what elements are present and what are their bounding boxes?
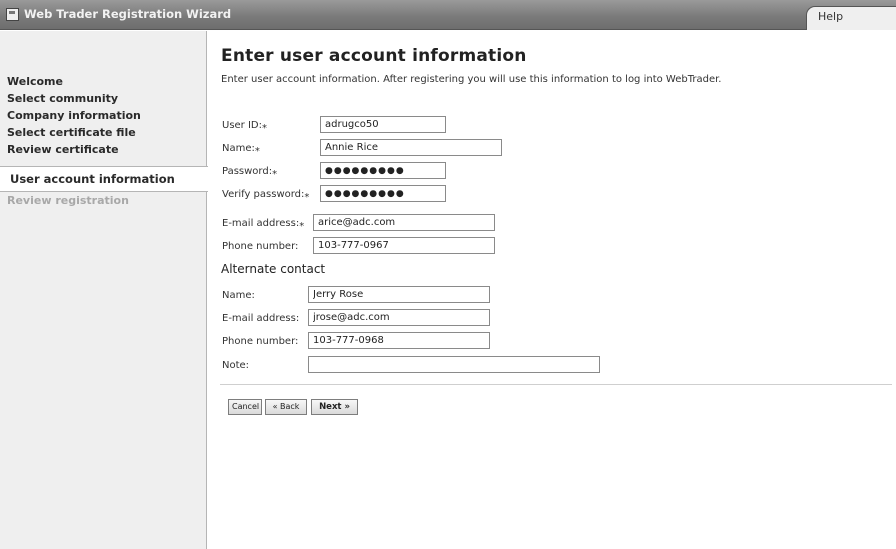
alt-name-input[interactable] (308, 286, 490, 303)
verify-password-label: Verify password:⁎ (222, 189, 310, 200)
page-description: Enter user account information. After re… (221, 74, 722, 85)
back-button[interactable]: « Back (265, 399, 307, 415)
alt-email-label: E-mail address: (222, 313, 300, 324)
help-tab[interactable]: Help (806, 6, 896, 30)
email-input[interactable] (313, 214, 495, 231)
phone-label: Phone number: (222, 241, 299, 252)
sidebar-item-review-certificate[interactable]: Review certificate (7, 143, 119, 156)
sidebar-item-select-community[interactable]: Select community (7, 92, 118, 105)
alt-name-label: Name: (222, 290, 255, 301)
name-label: Name:⁎ (222, 143, 260, 154)
window-title: Web Trader Registration Wizard (24, 7, 232, 21)
cancel-button[interactable]: Cancel (228, 399, 262, 415)
alt-email-input[interactable] (308, 309, 490, 326)
sidebar-item-select-certificate-file[interactable]: Select certificate file (7, 126, 136, 139)
sidebar-item-review-registration: Review registration (7, 194, 129, 207)
sidebar-active-label: User account information (10, 172, 175, 186)
next-button[interactable]: Next » (311, 399, 358, 415)
verify-password-input[interactable] (320, 185, 446, 202)
sidebar-item-user-account-information[interactable]: User account information (0, 166, 208, 192)
note-input[interactable] (308, 356, 600, 373)
user-id-input[interactable] (320, 116, 446, 133)
page-title: Enter user account information (221, 46, 527, 66)
email-label: E-mail address:⁎ (222, 218, 305, 229)
alt-phone-input[interactable] (308, 332, 490, 349)
help-label: Help (818, 10, 844, 23)
phone-input[interactable] (313, 237, 495, 254)
password-input[interactable] (320, 162, 446, 179)
wizard-sidebar: Welcome Select community Company informa… (0, 31, 208, 549)
app-window-icon (6, 8, 19, 21)
user-id-label: User ID:⁎ (222, 120, 267, 131)
alt-phone-label: Phone number: (222, 336, 299, 347)
sidebar-item-welcome[interactable]: Welcome (7, 75, 63, 88)
password-label: Password:⁎ (222, 166, 278, 177)
sidebar-item-company-information[interactable]: Company information (7, 109, 141, 122)
note-label: Note: (222, 360, 250, 371)
name-input[interactable] (320, 139, 502, 156)
window-titlebar: Web Trader Registration Wizard Help (0, 0, 896, 30)
form-divider (220, 384, 892, 385)
alternate-contact-heading: Alternate contact (221, 262, 326, 276)
